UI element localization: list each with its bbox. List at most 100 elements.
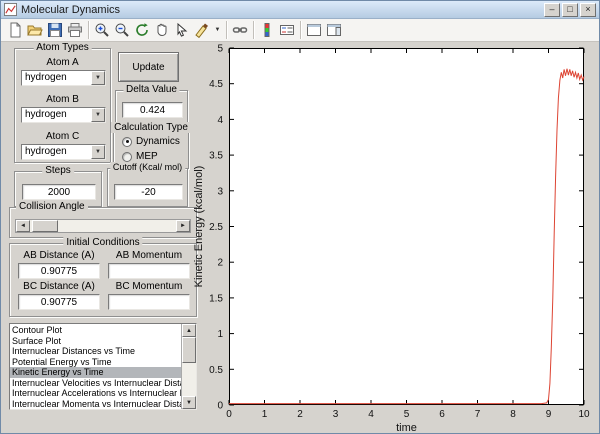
steps-title: Steps [42, 165, 74, 176]
brush-icon[interactable] [192, 20, 212, 40]
titlebar[interactable]: Molecular Dynamics – □ × [1, 1, 599, 19]
ab-momentum-field[interactable] [108, 263, 190, 279]
bc-momentum-label: BC Momentum [115, 281, 183, 292]
show-plot-tools-icon[interactable] [324, 20, 344, 40]
radio-selected-icon[interactable] [122, 136, 132, 147]
save-icon[interactable] [45, 20, 65, 40]
update-button[interactable]: Update [118, 52, 179, 82]
ab-distance-field[interactable] [18, 263, 100, 279]
atom-b-label: Atom B [46, 94, 79, 105]
list-item[interactable]: Surface Plot [10, 336, 181, 347]
insert-legend-icon[interactable] [277, 20, 297, 40]
collision-angle-scrollbar[interactable]: ◄ ► [15, 219, 191, 233]
x-axis-label: time [396, 422, 417, 434]
radio-unselected-icon[interactable] [122, 151, 132, 162]
listbox-scrollbar[interactable]: ▲ ▼ [181, 324, 196, 409]
list-item[interactable]: Internuclear Accelerations vs Internucle… [10, 388, 181, 399]
list-item[interactable]: Contour Plot [10, 325, 181, 336]
x-tick-label: 1 [262, 409, 268, 420]
atom-c-value: hydrogen [25, 146, 67, 157]
atom-b-dropdown[interactable]: hydrogen ▼ [21, 107, 106, 123]
y-tick-label: 3 [217, 186, 223, 197]
pan-icon[interactable] [152, 20, 172, 40]
chevron-down-icon[interactable]: ▼ [91, 71, 105, 85]
y-axis-label: Kinetic Energy (kcal/mol) [193, 166, 205, 288]
list-item[interactable]: Internuclear Distances vs Time [10, 346, 181, 357]
collision-angle-title: Collision Angle [16, 201, 88, 212]
chevron-down-icon[interactable]: ▼ [91, 108, 105, 122]
toolbar-separator [226, 21, 227, 39]
x-tick-label: 4 [368, 409, 374, 420]
cutoff-field[interactable] [114, 184, 183, 200]
atom-b-value: hydrogen [25, 109, 67, 120]
zoom-out-icon[interactable] [112, 20, 132, 40]
bc-momentum-field[interactable] [108, 294, 190, 310]
atom-c-dropdown[interactable]: hydrogen ▼ [21, 144, 106, 160]
x-tick-label: 10 [578, 409, 590, 420]
list-item[interactable]: Kinetic Energy vs Time [10, 367, 181, 378]
scroll-left-icon[interactable]: ◄ [16, 220, 30, 232]
scroll-down-icon[interactable]: ▼ [182, 396, 196, 409]
maximize-button[interactable]: □ [562, 2, 578, 17]
x-tick-label: 5 [404, 409, 410, 420]
brush-menu-arrow-icon[interactable]: ▼ [212, 20, 223, 40]
list-item[interactable]: Internuclear Momenta vs Internuclear Dis… [10, 399, 181, 410]
collision-angle-scrollbar-thumb[interactable] [32, 220, 58, 232]
window-title: Molecular Dynamics [21, 3, 121, 16]
toolbar-separator [253, 21, 254, 39]
axes-box [229, 48, 584, 405]
atom-a-label: Atom A [46, 57, 79, 68]
open-icon[interactable] [25, 20, 45, 40]
initial-conditions-panel: Initial Conditions AB Distance (A) AB Mo… [9, 237, 197, 317]
ab-momentum-label: AB Momentum [115, 250, 183, 261]
collision-angle-scrollbar-track[interactable] [30, 220, 176, 232]
radio-mep[interactable]: MEP [122, 151, 158, 162]
data-cursor-icon[interactable] [172, 20, 192, 40]
chevron-down-icon[interactable]: ▼ [91, 145, 105, 159]
delta-value-panel: Delta Value [115, 84, 188, 126]
x-tick-label: 8 [510, 409, 516, 420]
link-plots-icon[interactable] [230, 20, 250, 40]
y-tick-label: 4 [217, 115, 223, 126]
x-tick-label: 9 [546, 409, 552, 420]
y-tick-label: 5 [217, 44, 223, 55]
bc-distance-field[interactable] [18, 294, 100, 310]
listbox-scrollbar-track[interactable] [182, 337, 196, 396]
atom-types-panel: Atom Types Atom A hydrogen ▼ Atom B hydr… [14, 42, 111, 163]
print-icon[interactable] [65, 20, 85, 40]
delta-value-field[interactable] [122, 102, 183, 118]
scroll-right-icon[interactable]: ► [176, 220, 190, 232]
x-tick-label: 7 [475, 409, 481, 420]
calculation-type-title: Calculation Type [111, 122, 191, 133]
steps-field[interactable] [22, 184, 96, 200]
radio-dynamics[interactable]: Dynamics [122, 136, 180, 147]
x-tick-label: 0 [226, 409, 232, 420]
figure-icon [4, 3, 17, 16]
atom-c-label: Atom C [45, 131, 80, 142]
zoom-in-icon[interactable] [92, 20, 112, 40]
delta-value-title: Delta Value [123, 84, 180, 95]
rotate-3d-icon[interactable] [132, 20, 152, 40]
list-item[interactable]: Internuclear Velocities vs Internuclear … [10, 378, 181, 389]
minimize-button[interactable]: – [544, 2, 560, 17]
close-button[interactable]: × [580, 2, 596, 17]
y-tick-label: 1 [217, 329, 223, 340]
hide-plot-tools-icon[interactable] [304, 20, 324, 40]
new-icon[interactable] [5, 20, 25, 40]
listbox-scrollbar-thumb[interactable] [182, 337, 196, 363]
kinetic-energy-plot[interactable]: 0 1 2 3 4 5 6 7 8 9 10 0 0.5 1 1.5 2 2.5 3 3.5 4 4.5 5 time Kin… [193, 44, 590, 434]
plot-type-listbox[interactable]: Contour Plot Surface Plot Internuclear Dis… [9, 323, 197, 410]
radio-mep-label: MEP [136, 151, 158, 162]
y-tick-label: 0 [217, 401, 223, 412]
list-item[interactable]: Potential Energy vs Time [10, 357, 181, 368]
insert-colorbar-icon[interactable] [257, 20, 277, 40]
atom-types-title: Atom Types [33, 42, 92, 53]
ab-distance-label: AB Distance (A) [23, 250, 95, 261]
collision-angle-panel: Collision Angle ◄ ► [9, 201, 197, 238]
initial-conditions-title: Initial Conditions [63, 237, 143, 248]
y-tick-label: 4.5 [209, 79, 223, 90]
toolbar-separator [300, 21, 301, 39]
figure-toolbar: ▼ [1, 19, 599, 42]
atom-a-dropdown[interactable]: hydrogen ▼ [21, 70, 106, 86]
scroll-up-icon[interactable]: ▲ [182, 324, 196, 337]
